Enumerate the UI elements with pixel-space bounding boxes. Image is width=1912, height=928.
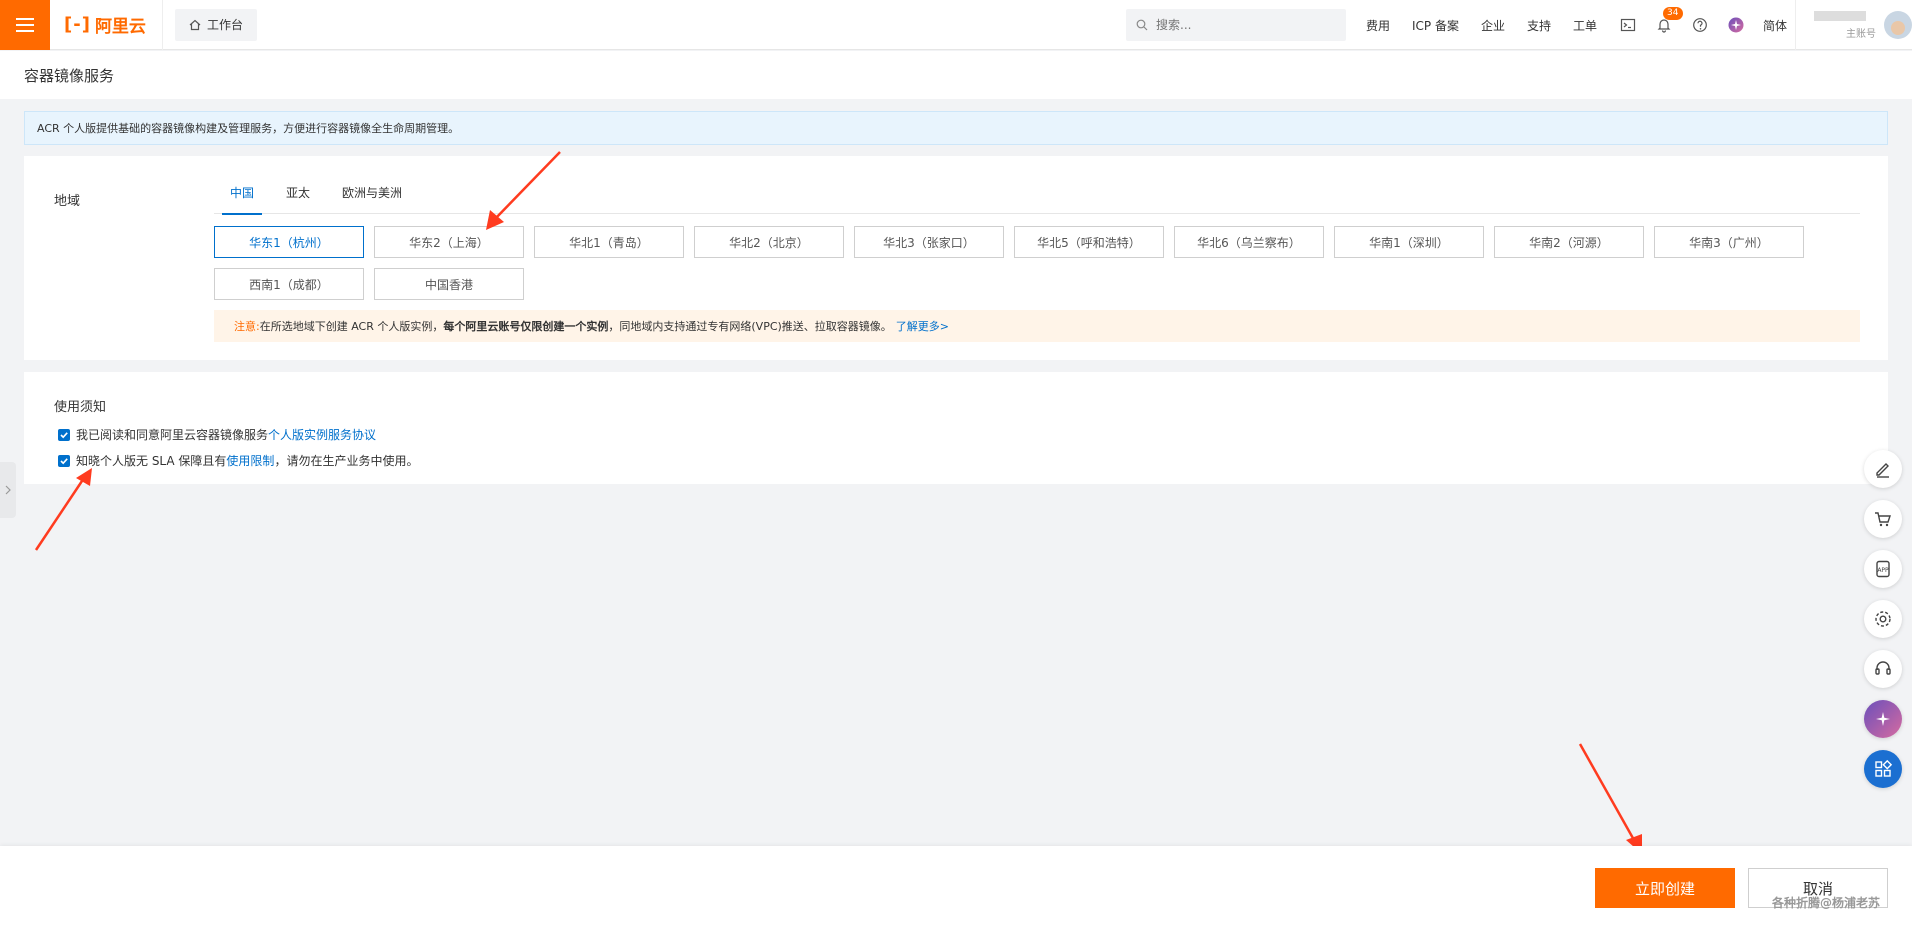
cart-button[interactable] xyxy=(1864,500,1902,538)
region-option-guangzhou[interactable]: 华南3（广州） xyxy=(1654,226,1804,258)
nav-link-ticket[interactable]: 工单 xyxy=(1573,17,1597,34)
info-banner: ACR 个人版提供基础的容器镜像构建及管理服务，方便进行容器镜像全生命周期管理。 xyxy=(24,111,1888,145)
region-option-zhangjiakou[interactable]: 华北3（张家口） xyxy=(854,226,1004,258)
usage-limit-link[interactable]: 使用限制 xyxy=(226,452,274,469)
headset-icon xyxy=(1875,661,1891,675)
nav-link-icp[interactable]: ICP 备案 xyxy=(1412,17,1459,34)
agreement-text: 我已阅读和同意阿里云容器镜像服务 xyxy=(76,428,269,442)
notice-text-2: ，同地域内支持通过专有网络(VPC)推送、拉取容器镜像。 xyxy=(608,320,892,333)
search-icon xyxy=(1136,19,1148,31)
create-button[interactable]: 立即创建 xyxy=(1595,868,1735,908)
agreement-checkbox[interactable] xyxy=(58,428,70,441)
ai-helper-button[interactable] xyxy=(1864,700,1902,738)
settings-icon xyxy=(1875,611,1891,627)
nav-link-enterprise[interactable]: 企业 xyxy=(1481,17,1505,34)
region-label: 地域 xyxy=(54,194,81,209)
annotation-arrow-create xyxy=(1578,743,1642,854)
help-button[interactable] xyxy=(1691,16,1709,34)
customer-service-button[interactable] xyxy=(1864,650,1902,688)
region-option-chengdu[interactable]: 西南1（成都） xyxy=(214,268,364,300)
account-menu[interactable]: 主账号 xyxy=(1795,0,1912,50)
region-option-hangzhou[interactable]: 华东1（杭州） xyxy=(214,226,364,258)
sla-text-b: ，请勿在生产业务中使用。 xyxy=(274,454,419,468)
assistant-icon xyxy=(1728,17,1744,33)
avatar[interactable] xyxy=(1884,11,1912,39)
nav-link-billing[interactable]: 费用 xyxy=(1366,17,1390,34)
agreement-row: 我已阅读和同意阿里云容器镜像服务 个人版实例服务协议 xyxy=(58,426,376,443)
settings-button[interactable] xyxy=(1864,600,1902,638)
watermark: 各种折腾@杨浦老苏 xyxy=(1772,896,1881,910)
sla-checkbox[interactable] xyxy=(58,454,70,467)
tab-china[interactable]: 中国 xyxy=(214,178,270,215)
search-input[interactable] xyxy=(1156,18,1326,32)
region-option-wulanchabu[interactable]: 华北6（乌兰察布） xyxy=(1174,226,1324,258)
language-switch[interactable]: 简体 xyxy=(1763,17,1787,34)
notice-text-1: 在所选地域下创建 ACR 个人版实例， xyxy=(259,320,444,333)
agreement-link[interactable]: 个人版实例服务协议 xyxy=(268,426,376,443)
notification-button[interactable]: 34 xyxy=(1655,7,1683,34)
region-options: 华东1（杭州） 华东2（上海） 华北1（青岛） 华北2（北京） 华北3（张家口）… xyxy=(214,226,1874,300)
app-icon: APP xyxy=(1876,560,1890,578)
sidebar-expand-handle[interactable] xyxy=(0,462,16,518)
cart-icon xyxy=(1875,512,1891,527)
notice-prefix: 注意: xyxy=(234,320,260,333)
terminal-button[interactable] xyxy=(1619,16,1637,34)
sla-row: 知晓个人版无 SLA 保障且有 使用限制 ，请勿在生产业务中使用。 xyxy=(58,452,418,469)
avatar-head xyxy=(1891,21,1905,35)
region-option-beijing[interactable]: 华北2（北京） xyxy=(694,226,844,258)
ai-assistant-button[interactable] xyxy=(1727,16,1745,34)
feedback-button[interactable] xyxy=(1864,450,1902,488)
region-section: 地域 中国 亚太 欧洲与美洲 华东1（杭州） 华东2（上海） 华北1（青岛） 华… xyxy=(24,156,1888,360)
terms-title: 使用须知 xyxy=(54,400,107,415)
region-option-qingdao[interactable]: 华北1（青岛） xyxy=(534,226,684,258)
tab-europe-america[interactable]: 欧洲与美洲 xyxy=(326,178,418,214)
nav-link-support[interactable]: 支持 xyxy=(1527,17,1551,34)
region-option-shanghai[interactable]: 华东2（上海） xyxy=(374,226,524,258)
account-type: 主账号 xyxy=(1846,28,1876,40)
region-option-huhehaote[interactable]: 华北5（呼和浩特） xyxy=(1014,226,1164,258)
sla-text-a: 知晓个人版无 SLA 保障且有 xyxy=(76,454,227,468)
workbench-label: 工作台 xyxy=(206,18,243,32)
check-icon xyxy=(60,431,68,438)
floating-toolbar: APP xyxy=(1864,450,1904,800)
workbench-button[interactable]: 工作台 xyxy=(174,8,257,41)
region-tabs: 中国 亚太 欧洲与美洲 xyxy=(214,178,1860,215)
app-button[interactable]: APP xyxy=(1864,550,1902,588)
account-name: 主账号 xyxy=(1814,10,1876,40)
menu-button[interactable] xyxy=(0,0,50,50)
region-option-heyuan[interactable]: 华南2（河源） xyxy=(1494,226,1644,258)
check-icon xyxy=(60,457,68,464)
search-box[interactable] xyxy=(1126,9,1346,41)
edit-icon xyxy=(1876,463,1889,478)
region-notice: 注意: 在所选地域下创建 ACR 个人版实例， 每个阿里云账号仅限创建一个实例 … xyxy=(214,310,1860,342)
notification-badge: 34 xyxy=(1663,7,1683,20)
page-header: 容器镜像服务 xyxy=(0,51,1912,99)
aliyun-logo[interactable]: [-] 阿里云 xyxy=(50,0,163,50)
nav-links: 费用 ICP 备案 企业 支持 工单 34 简体 xyxy=(1366,0,1809,50)
region-option-shenzhen[interactable]: 华南1（深圳） xyxy=(1334,226,1484,258)
top-nav: [-] 阿里云 工作台 费用 ICP 备案 企业 支持 工单 34 简体 xyxy=(0,0,1912,50)
terms-section: 使用须知 我已阅读和同意阿里云容器镜像服务 个人版实例服务协议 知晓个人版无 S… xyxy=(24,372,1888,484)
notice-bold: 每个阿里云账号仅限创建一个实例 xyxy=(443,320,609,333)
account-name-redacted xyxy=(1814,10,1866,21)
more-apps-button[interactable] xyxy=(1864,750,1902,788)
learn-more-link[interactable]: 了解更多> xyxy=(896,318,949,334)
svg-text:APP: APP xyxy=(1877,567,1889,574)
footer-bar: 立即创建 取消 各种折腾@杨浦老苏 xyxy=(0,846,1912,928)
home-icon xyxy=(189,19,201,30)
region-option-hongkong[interactable]: 中国香港 xyxy=(374,268,524,300)
logo-text: 阿里云 xyxy=(94,17,146,37)
tab-asia-pacific[interactable]: 亚太 xyxy=(270,178,326,214)
chevron-right-icon xyxy=(5,485,11,495)
grid-icon xyxy=(1875,759,1893,777)
page-title: 容器镜像服务 xyxy=(24,66,115,85)
hamburger-icon xyxy=(16,17,34,32)
terminal-icon xyxy=(1620,18,1636,32)
help-icon xyxy=(1693,18,1707,32)
logo-mark: [-] xyxy=(64,14,91,35)
assistant-icon xyxy=(1876,712,1890,726)
